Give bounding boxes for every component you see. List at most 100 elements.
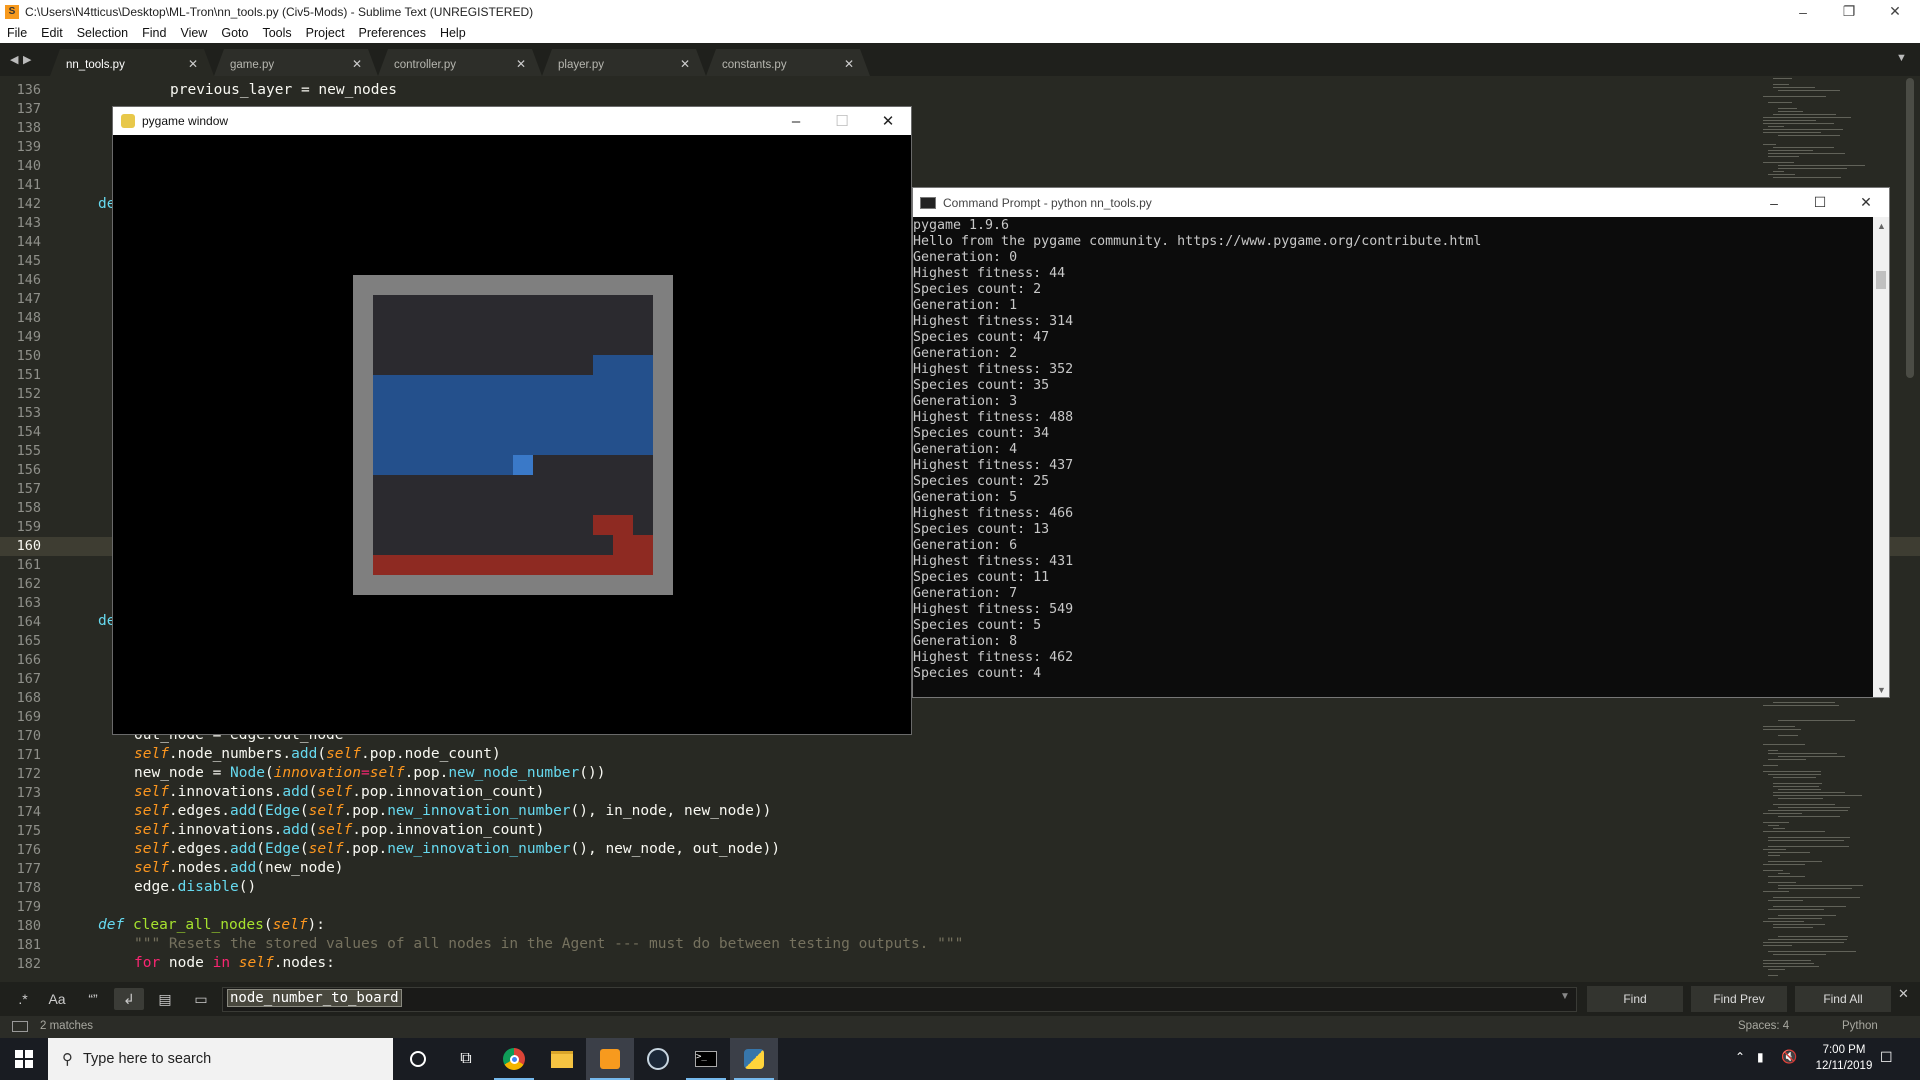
find-all-button[interactable]: Find All xyxy=(1795,986,1891,1012)
status-indentation[interactable]: Spaces: 4 xyxy=(1738,1020,1789,1032)
minimap-line xyxy=(1768,969,1785,970)
steam-icon[interactable] xyxy=(634,1038,682,1080)
sublime-text-icon[interactable] xyxy=(586,1038,634,1080)
cmd-scroll-up-icon[interactable]: ▲ xyxy=(1877,221,1886,231)
whole-word-toggle[interactable]: “” xyxy=(78,988,108,1010)
code-token: def xyxy=(98,917,125,933)
panel-toggle-icon[interactable] xyxy=(12,1021,28,1032)
show-hidden-icons-icon[interactable]: ⌃ xyxy=(1735,1050,1745,1064)
start-button[interactable] xyxy=(0,1038,48,1080)
line-number: 136 xyxy=(16,82,41,98)
cmd-minimize-button[interactable]: – xyxy=(1751,188,1797,217)
line-number: 181 xyxy=(16,937,41,953)
tab-player[interactable]: player.py ✕ xyxy=(542,49,706,76)
editor-scrollbar[interactable] xyxy=(1906,78,1914,378)
pygame-close-button[interactable]: ✕ xyxy=(865,107,911,135)
file-explorer-icon[interactable] xyxy=(538,1038,586,1080)
tab-close-icon[interactable]: ✕ xyxy=(352,57,362,71)
regex-toggle[interactable]: .* xyxy=(8,988,38,1010)
find-history-dropdown-icon[interactable]: ▼ xyxy=(1560,991,1570,1002)
pygame-minimize-button[interactable]: – xyxy=(773,107,819,135)
line-number: 172 xyxy=(16,766,41,782)
cmd-output-line: Highest fitness: 549 xyxy=(913,602,1074,617)
task-view-icon[interactable]: ⧉ xyxy=(442,1038,490,1080)
minimap-line xyxy=(1773,702,1835,703)
command-prompt-window[interactable]: Command Prompt - python nn_tools.py – ☐ … xyxy=(912,187,1890,698)
code-line-174: self.edges.add(Edge(self.pop.new_innovat… xyxy=(134,802,771,821)
tab-back-arrow-icon[interactable]: ◀ xyxy=(10,53,18,66)
menu-view[interactable]: View xyxy=(173,26,214,40)
menu-help[interactable]: Help xyxy=(433,26,473,40)
cmd-close-button[interactable]: ✕ xyxy=(1843,188,1889,217)
tab-close-icon[interactable]: ✕ xyxy=(844,57,854,71)
code-token: add xyxy=(282,784,309,800)
close-button[interactable]: ✕ xyxy=(1872,0,1918,23)
line-number: 151 xyxy=(16,367,41,383)
tab-forward-arrow-icon[interactable]: ▶ xyxy=(23,53,31,66)
tab-game[interactable]: game.py ✕ xyxy=(214,49,378,76)
minimap-line xyxy=(1763,942,1844,943)
pygame-maximize-button[interactable]: ☐ xyxy=(819,107,865,135)
pygame-window[interactable]: pygame window – ☐ ✕ xyxy=(112,106,912,735)
menu-edit[interactable]: Edit xyxy=(34,26,70,40)
minimap-line xyxy=(1768,882,1796,883)
volume-muted-icon[interactable]: 🔇 xyxy=(1781,1049,1797,1065)
minimap-line xyxy=(1778,798,1823,799)
minimap-line xyxy=(1768,909,1824,910)
tab-close-icon[interactable]: ✕ xyxy=(516,57,526,71)
tab-constants[interactable]: constants.py ✕ xyxy=(706,49,870,76)
case-sensitive-toggle[interactable]: Aa xyxy=(42,988,72,1010)
find-prev-button[interactable]: Find Prev xyxy=(1691,986,1787,1012)
maximize-button[interactable]: ❐ xyxy=(1826,0,1872,23)
find-input-value: node_number_to_board xyxy=(227,989,402,1007)
menu-file[interactable]: File xyxy=(0,26,34,40)
menu-tools[interactable]: Tools xyxy=(255,26,298,40)
status-syntax[interactable]: Python xyxy=(1842,1020,1878,1032)
highlight-matches-toggle-icon[interactable]: ▭ xyxy=(186,988,216,1010)
pygame-window-title: pygame window xyxy=(142,114,229,128)
code-token: in xyxy=(212,955,231,971)
menu-preferences[interactable]: Preferences xyxy=(352,26,433,40)
cmd-scroll-down-icon[interactable]: ▼ xyxy=(1877,685,1886,695)
minimap-line xyxy=(1768,900,1803,901)
minimize-button[interactable]: – xyxy=(1780,0,1826,23)
sublime-app-icon: S xyxy=(5,4,19,19)
tab-close-icon[interactable]: ✕ xyxy=(680,57,690,71)
minimap-line xyxy=(1768,810,1848,811)
minimap-line xyxy=(1773,906,1846,907)
find-close-icon[interactable]: ✕ xyxy=(1898,986,1909,1002)
minimap-line xyxy=(1763,765,1778,766)
find-input[interactable]: node_number_to_board xyxy=(222,987,1577,1012)
minimap-line xyxy=(1778,936,1848,937)
minimap-line xyxy=(1778,111,1803,112)
taskbar-clock[interactable]: 7:00 PM 12/11/2019 xyxy=(1806,1042,1882,1074)
line-number: 178 xyxy=(16,880,41,896)
menu-find[interactable]: Find xyxy=(135,26,173,40)
command-prompt-icon[interactable]: >_ xyxy=(682,1038,730,1080)
cmd-scroll-thumb[interactable] xyxy=(1876,271,1886,289)
tab-controller[interactable]: controller.py ✕ xyxy=(378,49,542,76)
battery-icon[interactable]: ▮ xyxy=(1757,1050,1764,1064)
chrome-icon[interactable] xyxy=(490,1038,538,1080)
python-icon[interactable] xyxy=(730,1038,778,1080)
code-token: self xyxy=(317,784,353,800)
tab-close-icon[interactable]: ✕ xyxy=(188,57,198,71)
notifications-icon[interactable]: ☐ xyxy=(1880,1049,1893,1066)
menu-project[interactable]: Project xyxy=(299,26,352,40)
cmd-maximize-button[interactable]: ☐ xyxy=(1797,188,1843,217)
wrap-toggle-icon[interactable]: ↲ xyxy=(114,988,144,1010)
tab-nn-tools[interactable]: nn_tools.py ✕ xyxy=(50,49,214,76)
find-button[interactable]: Find xyxy=(1587,986,1683,1012)
taskbar-search[interactable]: ⚲ Type here to search xyxy=(48,1038,393,1080)
cmd-scrollbar[interactable]: ▲ ▼ xyxy=(1873,217,1889,697)
cmd-output-line: Generation: 7 xyxy=(913,586,1018,601)
in-selection-toggle-icon[interactable]: ▤ xyxy=(150,988,180,1010)
menu-selection[interactable]: Selection xyxy=(70,26,135,40)
cortana-icon[interactable] xyxy=(394,1038,442,1080)
menu-goto[interactable]: Goto xyxy=(214,26,255,40)
code-token: self xyxy=(134,746,169,762)
tab-dropdown-icon[interactable]: ▼ xyxy=(1896,52,1907,64)
search-icon: ⚲ xyxy=(62,1051,73,1068)
code-line-171: self.node_numbers.add(self.pop.node_coun… xyxy=(134,745,501,764)
minimap-line xyxy=(1763,744,1805,745)
